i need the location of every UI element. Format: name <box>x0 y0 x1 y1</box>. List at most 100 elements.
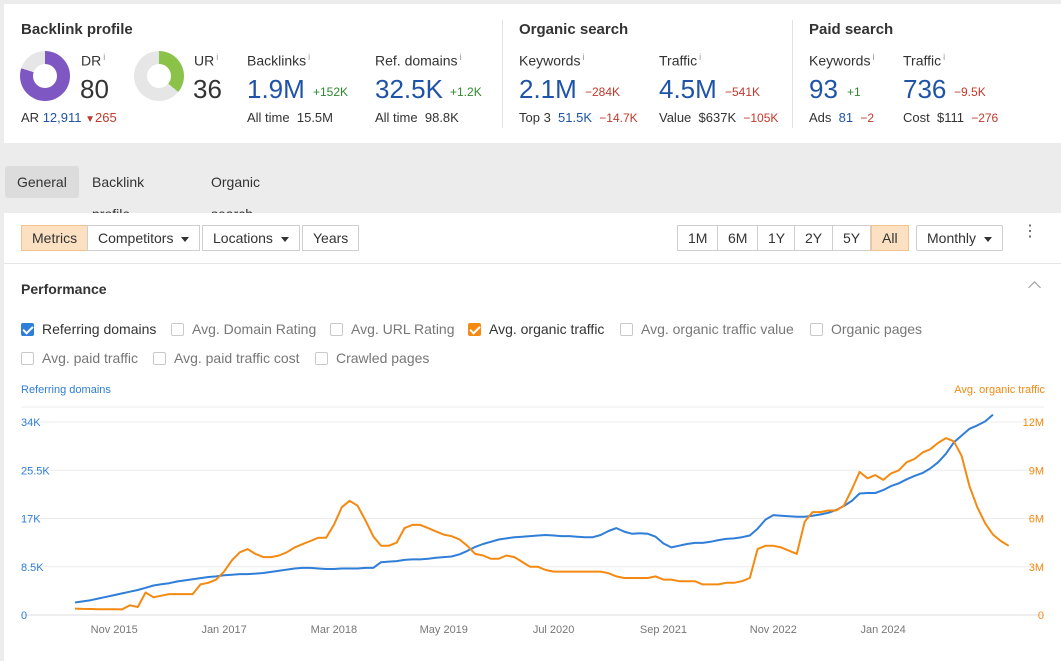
performance-chart[interactable]: 0 8.5K 17K 25.5K 34K 0 3M 6M 9M 12M Nov 2015 Jan … <box>4 393 1061 653</box>
dr-label: DR i <box>81 52 106 69</box>
checkbox-referring-domains[interactable]: Referring domains <box>21 320 156 338</box>
checkbox-avg-paid-traffic-cost[interactable]: Avg. paid traffic cost <box>153 349 300 367</box>
checkbox-avg-domain-rating[interactable]: Avg. Domain Rating <box>171 320 316 338</box>
info-icon[interactable]: i <box>699 52 701 62</box>
dr-donut-chart <box>20 51 70 101</box>
backlinks-value[interactable]: 1.9M <box>247 74 305 105</box>
info-icon[interactable]: i <box>308 52 310 62</box>
grid-lines <box>21 406 1044 616</box>
left-axis-tick-label: 25.5K <box>21 465 50 477</box>
right-axis-tick-label: 12M <box>1023 417 1044 429</box>
checkbox-icon <box>171 323 184 336</box>
dr-value: 80 <box>80 74 109 104</box>
organic-keywords-value[interactable]: 2.1M <box>519 74 577 105</box>
x-axis-tick-label: May 2019 <box>420 624 468 636</box>
paid-keywords-value[interactable]: 93 <box>809 74 838 105</box>
ref-domains-value[interactable]: 32.5K <box>375 74 443 105</box>
checkbox-avg-organic-traffic[interactable]: Avg. organic traffic <box>468 320 604 338</box>
ref-domains-label: Ref. domains i <box>375 52 462 69</box>
x-axis-tick-label: Nov 2022 <box>750 624 797 636</box>
series-line-referring-domains <box>74 413 994 604</box>
divider <box>4 263 1061 264</box>
years-button[interactable]: Years <box>302 225 360 251</box>
organic-traffic-label: Traffic i <box>659 52 702 69</box>
series-lines <box>74 413 1010 611</box>
interval-dropdown[interactable]: Monthly <box>916 225 1004 251</box>
checkbox-icon <box>810 323 823 336</box>
triangle-down-icon: ▼ <box>85 114 96 125</box>
paid-cost-row: Cost $111 −276 <box>903 110 999 125</box>
caret-down-icon <box>984 236 993 242</box>
info-icon[interactable]: i <box>216 52 218 62</box>
paid-keywords-label: Keywords i <box>809 52 875 69</box>
range-2y[interactable]: 2Y <box>794 225 834 251</box>
paid-traffic-value[interactable]: 736 <box>903 74 946 105</box>
range-1y[interactable]: 1Y <box>757 225 797 251</box>
ur-donut-chart <box>134 51 184 101</box>
divider <box>792 20 793 128</box>
ref-domains-delta: +1.2K <box>450 85 482 99</box>
divider <box>502 20 503 128</box>
organic-search-title: Organic search <box>519 21 629 38</box>
x-axis-ticks: Nov 2015 Jan 2017 Mar 2018 May 2019 Jul 2020… <box>91 624 906 636</box>
checkbox-icon <box>620 323 633 336</box>
checkbox-avg-url-rating[interactable]: Avg. URL Rating <box>330 320 455 338</box>
checkbox-crawled-pages[interactable]: Crawled pages <box>315 349 429 367</box>
right-axis-tick-label: 0 <box>1038 610 1044 622</box>
ar-row: AR 12,911 ▼265 <box>21 110 117 125</box>
left-axis-tick-label: 17K <box>21 514 41 526</box>
ref-domains-all-time: All time 98.8K <box>375 110 459 125</box>
caret-down-icon <box>280 236 289 242</box>
right-axis-tick-label: 3M <box>1029 562 1044 574</box>
checkbox-avg-organic-traffic-value[interactable]: Avg. organic traffic value <box>620 320 794 338</box>
tab-backlink-profile[interactable]: Backlink profile <box>80 166 156 222</box>
checkbox-avg-paid-traffic[interactable]: Avg. paid traffic <box>21 349 138 367</box>
locations-dropdown[interactable]: Locations <box>202 225 300 251</box>
ur-label: UR i <box>194 52 219 69</box>
left-axis-ticks: 0 8.5K 17K 25.5K 34K <box>21 417 50 622</box>
backlinks-all-time: All time 15.5M <box>247 110 333 125</box>
range-5y[interactable]: 5Y <box>832 225 872 251</box>
right-axis-ticks: 0 3M 6M 9M 12M <box>1023 417 1044 622</box>
checkbox-organic-pages[interactable]: Organic pages <box>810 320 922 338</box>
right-axis-tick-label: 6M <box>1029 514 1044 526</box>
caret-down-icon <box>181 236 190 242</box>
more-options-icon[interactable]: ⋮ <box>1022 224 1038 240</box>
left-axis-tick-label: 8.5K <box>21 562 44 574</box>
paid-search-title: Paid search <box>809 21 894 38</box>
ar-value[interactable]: 12,911 <box>43 110 82 125</box>
x-axis-tick-label: Mar 2018 <box>311 624 357 636</box>
info-icon[interactable]: i <box>103 52 105 62</box>
paid-traffic-delta: −9.5K <box>954 85 986 99</box>
left-axis-tick-label: 34K <box>21 417 41 429</box>
checkbox-icon <box>315 352 328 365</box>
organic-traffic-value[interactable]: 4.5M <box>659 74 717 105</box>
checkbox-icon <box>153 352 166 365</box>
tab-general[interactable]: General <box>5 166 79 198</box>
ur-value: 36 <box>193 74 222 104</box>
info-icon[interactable]: i <box>459 52 461 62</box>
collapse-chevron-icon[interactable] <box>1028 281 1041 294</box>
backlinks-delta: +152K <box>313 85 349 99</box>
tab-organic-search[interactable]: Organic search <box>199 166 272 222</box>
checkbox-checked-icon <box>21 323 34 336</box>
info-icon[interactable]: i <box>943 52 945 62</box>
paid-keywords-delta: +1 <box>847 85 861 99</box>
range-1m[interactable]: 1M <box>677 225 719 251</box>
x-axis-tick-label: Sep 2021 <box>640 624 687 636</box>
x-axis-tick-label: Jan 2017 <box>201 624 246 636</box>
organic-traffic-value-row: Value $637K −105K <box>659 110 779 125</box>
organic-traffic-delta: −541K <box>725 85 761 99</box>
info-icon[interactable]: i <box>872 52 874 62</box>
range-6m[interactable]: 6M <box>717 225 759 251</box>
backlinks-label: Backlinks i <box>247 52 311 69</box>
info-icon[interactable]: i <box>582 52 584 62</box>
metrics-button[interactable]: Metrics <box>21 225 89 251</box>
range-all[interactable]: All <box>871 225 909 251</box>
checkbox-icon <box>330 323 343 336</box>
left-axis-tick-label: 0 <box>21 610 27 622</box>
competitors-dropdown[interactable]: Competitors <box>87 225 201 251</box>
organic-top3: Top 3 51.5K −14.7K <box>519 110 638 125</box>
performance-title: Performance <box>21 281 107 297</box>
summary-panel: Backlink profile DR i 80 UR i 36 AR 12,911… <box>4 4 1061 143</box>
